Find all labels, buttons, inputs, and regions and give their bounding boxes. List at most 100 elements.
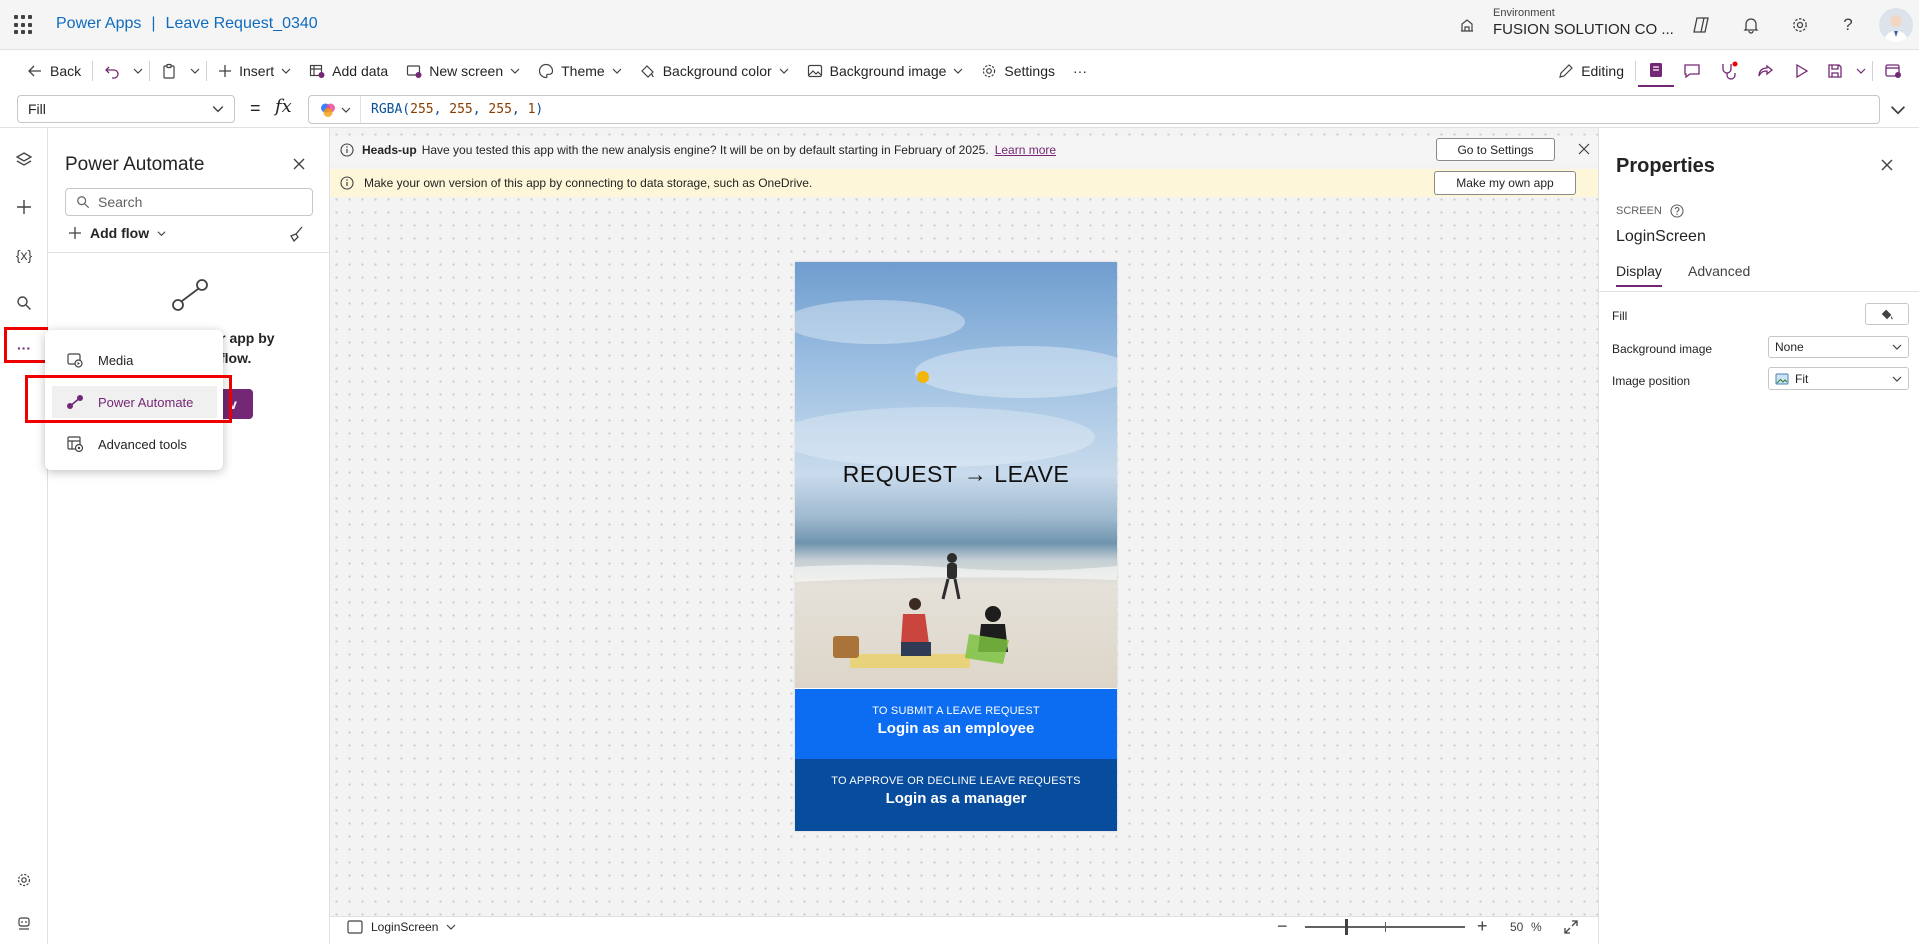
zoom-in-button[interactable]: +: [1477, 916, 1488, 937]
broom-icon[interactable]: [287, 225, 305, 243]
paste-dropdown[interactable]: [186, 55, 204, 87]
publish-icon: [1885, 64, 1901, 78]
image-fit-icon: [1775, 373, 1789, 384]
settings-gear-icon[interactable]: [1789, 14, 1811, 36]
insert-plus-icon[interactable]: [12, 195, 36, 219]
fit-to-window-icon[interactable]: [1562, 918, 1580, 936]
theme-button[interactable]: Theme: [529, 55, 631, 87]
copilot-icon[interactable]: [1690, 14, 1712, 36]
make-my-own-app-button[interactable]: Make my own app: [1434, 171, 1576, 195]
user-avatar[interactable]: [1879, 8, 1913, 42]
app-checker-button[interactable]: [1638, 55, 1674, 87]
plus-icon: [69, 227, 81, 239]
image-position-dropdown[interactable]: Fit: [1768, 367, 1909, 390]
health-checker-button[interactable]: [1710, 55, 1748, 87]
product-name[interactable]: Power Apps: [56, 15, 141, 32]
divider: [206, 61, 208, 81]
back-button[interactable]: Back: [18, 55, 90, 87]
settings-button[interactable]: Settings: [972, 55, 1064, 87]
new-screen-icon: [407, 65, 422, 78]
save-button[interactable]: [1818, 55, 1852, 87]
go-to-settings-button[interactable]: Go to Settings: [1436, 138, 1555, 161]
undo-dropdown[interactable]: [129, 55, 147, 87]
employee-caption: TO SUBMIT A LEAVE REQUEST: [872, 705, 1040, 717]
more-commands-button[interactable]: ···: [1064, 55, 1096, 87]
menu-item-advanced-tools[interactable]: Advanced tools: [52, 428, 217, 460]
add-data-label: Add data: [332, 63, 389, 79]
property-dropdown[interactable]: Fill: [17, 95, 235, 123]
stethoscope-icon: [1722, 61, 1738, 80]
background-image-dropdown[interactable]: None: [1768, 336, 1909, 358]
screen-selector[interactable]: LoginScreen: [347, 920, 456, 934]
background-image-button[interactable]: Background image: [798, 55, 973, 87]
environment-name[interactable]: FUSION SOLUTION CO ...: [1493, 21, 1674, 38]
app-hero-title[interactable]: REQUEST → LEAVE: [795, 461, 1117, 488]
canvas-status-bar: [330, 916, 1598, 944]
tree-view-layers-icon[interactable]: [12, 148, 36, 172]
environment-icon[interactable]: [1459, 17, 1475, 33]
copilot-formula-button[interactable]: [309, 96, 361, 123]
fx-icon[interactable]: fx: [275, 96, 292, 117]
fill-color-picker[interactable]: [1865, 303, 1909, 325]
flow-connector-icon: [170, 277, 210, 313]
add-data-button[interactable]: Add data: [300, 55, 397, 87]
headsup-banner: Heads-up Have you tested this app with t…: [330, 136, 1598, 163]
insert-button[interactable]: Insert: [209, 55, 300, 87]
chevron-down-icon: [446, 924, 456, 930]
help-icon[interactable]: ?: [1837, 14, 1859, 36]
menu-item-media[interactable]: Media: [52, 344, 217, 376]
settings-gear-icon[interactable]: [12, 868, 36, 892]
share-button[interactable]: [1748, 55, 1784, 87]
notifications-icon[interactable]: [1740, 14, 1762, 36]
chevron-down-icon: [953, 68, 963, 74]
add-flow-button[interactable]: Add flow: [68, 225, 166, 241]
control-name[interactable]: LoginScreen: [1616, 228, 1706, 246]
new-screen-button[interactable]: New screen: [397, 55, 529, 87]
formula-input[interactable]: RGBA(255, 255, 255, 1): [308, 95, 1880, 124]
editing-button[interactable]: Editing: [1549, 55, 1633, 87]
preview-play-button[interactable]: [1784, 55, 1818, 87]
divider: [1635, 61, 1636, 81]
menu-item-label: Media: [98, 352, 134, 368]
formula-arg: 255: [488, 102, 512, 117]
zoom-out-button[interactable]: −: [1277, 916, 1288, 937]
paste-button[interactable]: [152, 55, 186, 87]
chevron-down-icon: [157, 230, 166, 236]
search-icon[interactable]: [12, 291, 36, 315]
formula-function: RGBA(: [371, 102, 411, 117]
screen-name: LoginScreen: [371, 920, 439, 934]
tab-display[interactable]: Display: [1616, 263, 1662, 287]
background-color-button[interactable]: Background color: [631, 55, 798, 87]
zoom-value[interactable]: 50: [1510, 920, 1523, 934]
save-dropdown[interactable]: [1852, 55, 1870, 87]
zoom-slider-thumb[interactable]: [1345, 919, 1348, 935]
chevron-down-icon: [133, 68, 143, 74]
save-icon: [1828, 64, 1842, 78]
image-icon: [807, 64, 822, 78]
title-separator: |: [151, 15, 156, 32]
flow-search-input[interactable]: Search: [65, 188, 313, 216]
login-manager-button[interactable]: TO APPROVE OR DECLINE LEAVE REQUESTS Log…: [795, 759, 1117, 831]
manager-label: Login as a manager: [885, 790, 1027, 807]
formula-expand-chevron-icon[interactable]: [1890, 102, 1906, 118]
tab-advanced[interactable]: Advanced: [1688, 263, 1750, 279]
palette-icon: [539, 63, 554, 79]
close-icon[interactable]: [292, 157, 306, 171]
variables-icon[interactable]: {x}: [12, 243, 36, 267]
chevron-down-icon: [1892, 376, 1902, 382]
virtual-agent-icon[interactable]: [12, 912, 36, 936]
login-employee-button[interactable]: TO SUBMIT A LEAVE REQUEST Login as an em…: [795, 689, 1117, 759]
comments-button[interactable]: [1674, 55, 1710, 87]
learn-more-link[interactable]: Learn more: [995, 143, 1056, 157]
close-icon[interactable]: [1578, 143, 1590, 155]
divider: [149, 61, 151, 81]
help-circle-icon[interactable]: [1670, 204, 1684, 218]
theme-label: Theme: [561, 63, 605, 79]
app-launcher-icon[interactable]: [14, 15, 34, 35]
close-icon[interactable]: [1880, 158, 1894, 172]
chevron-down-icon: [779, 68, 789, 74]
comment-icon: [1684, 64, 1700, 79]
undo-button[interactable]: [95, 55, 129, 87]
app-name[interactable]: Leave Request_0340: [166, 15, 318, 32]
publish-button[interactable]: [1875, 55, 1911, 87]
